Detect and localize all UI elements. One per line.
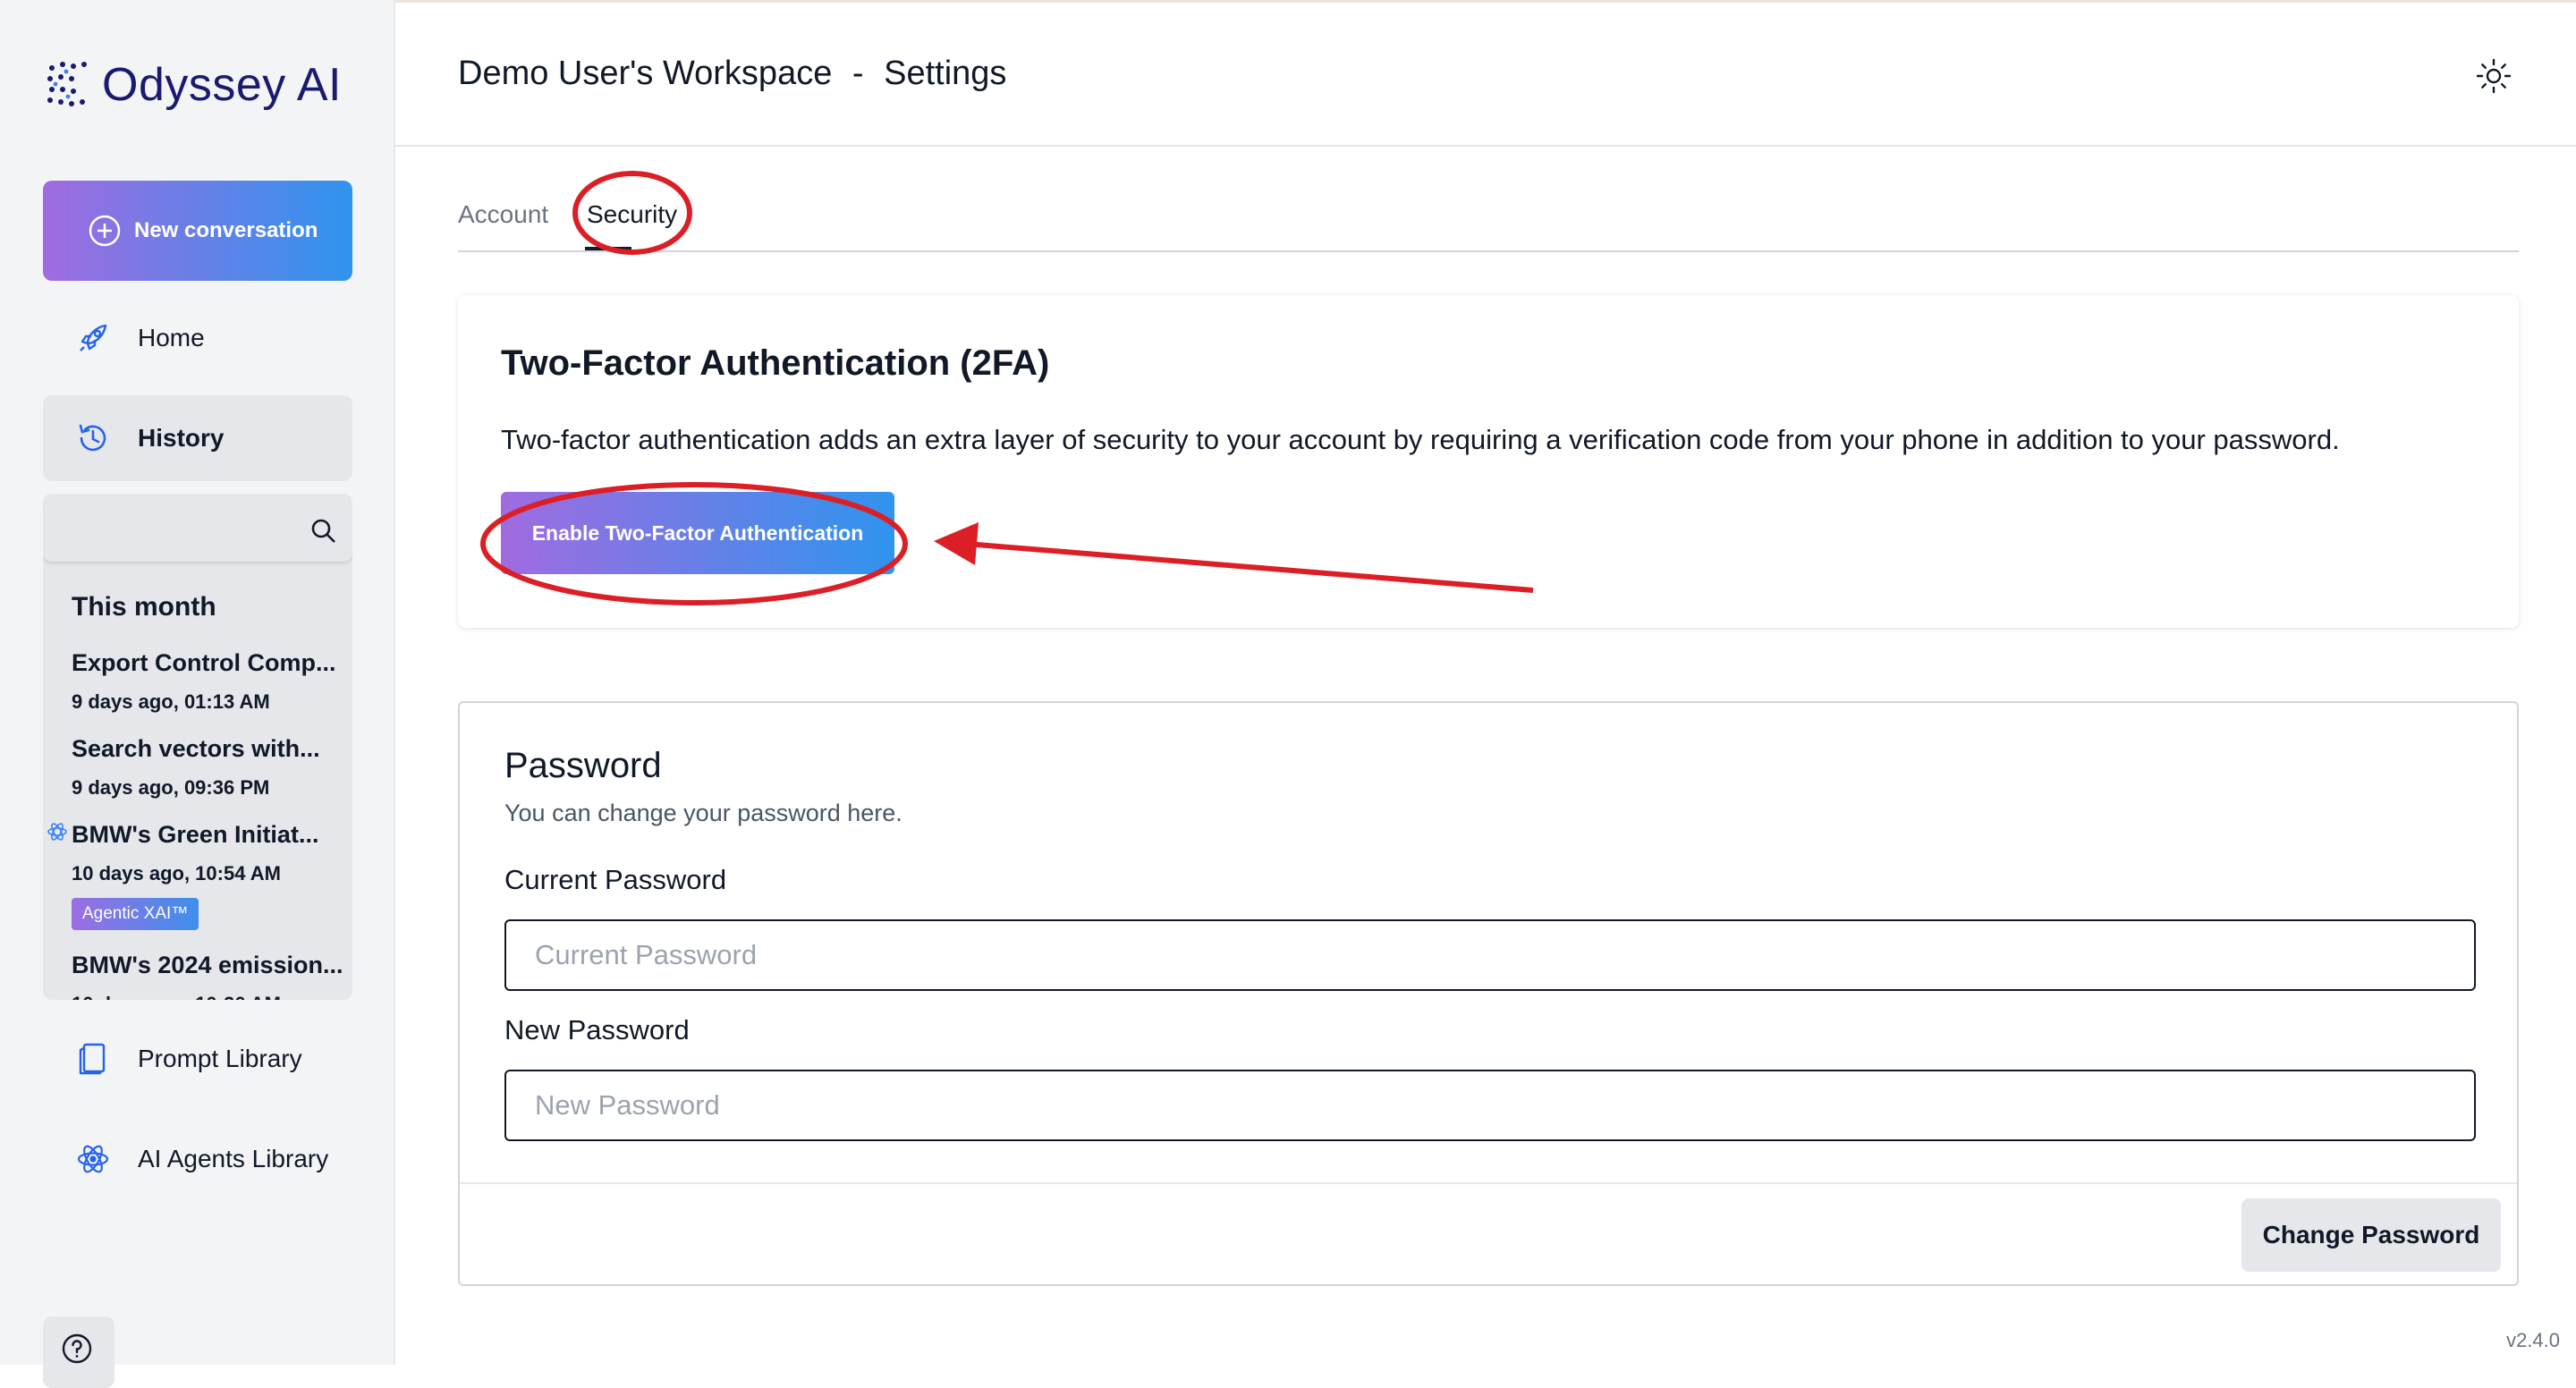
agentic-xai-badge: Agentic XAI™	[72, 898, 199, 930]
history-search-input[interactable]	[43, 501, 352, 562]
search-icon	[311, 519, 335, 543]
two-factor-card: Two-Factor Authentication (2FA) Two-fact…	[458, 295, 2519, 628]
nav-prompt-library[interactable]: Prompt Library	[43, 1016, 352, 1102]
nav-history[interactable]: History	[43, 395, 352, 481]
history-section-title: This month	[72, 592, 216, 622]
divider	[460, 1182, 2517, 1184]
tab-account[interactable]: Account	[458, 200, 548, 229]
rocket-icon	[80, 324, 107, 351]
nav-ai-agents-library-label: AI Agents Library	[138, 1145, 329, 1172]
active-tab-indicator	[585, 247, 631, 250]
change-password-button[interactable]: Change Password	[2241, 1198, 2501, 1272]
title-separator: -	[852, 55, 864, 92]
page-name: Settings	[884, 55, 1007, 92]
settings-tabs: Account Security	[458, 179, 2519, 252]
nav-ai-agents-library[interactable]: AI Agents Library	[43, 1116, 352, 1202]
conversation-date: 10 days ago, 10:26 AM	[72, 993, 281, 1000]
new-password-label: New Password	[504, 1014, 690, 1045]
new-conversation-label: New conversation	[134, 218, 318, 242]
brand-name: Odyssey AI	[102, 59, 342, 111]
help-icon	[62, 1333, 92, 1364]
enable-2fa-button[interactable]: Enable Two-Factor Authentication	[501, 492, 894, 574]
conversation-title[interactable]: BMW's 2024 emission...	[72, 952, 343, 979]
logo[interactable]: Odyssey AI	[45, 57, 342, 113]
conversation-title[interactable]: Search vectors with...	[72, 735, 320, 763]
conversation-date: 10 days ago, 10:54 AM	[72, 862, 281, 884]
sun-icon[interactable]	[2474, 56, 2513, 96]
workspace-name: Demo User's Workspace	[458, 55, 833, 92]
agent-atom-icon	[47, 823, 67, 841]
conversation-title[interactable]: Export Control Comp...	[72, 649, 335, 677]
nav-prompt-library-label: Prompt Library	[138, 1045, 302, 1072]
page-title: Demo User's Workspace - Settings	[458, 55, 1006, 93]
nav-history-label: History	[138, 424, 225, 452]
tab-security[interactable]: Security	[587, 200, 677, 229]
password-card: Password You can change your password he…	[458, 701, 2519, 1286]
password-subtitle: You can change your password here.	[504, 800, 902, 826]
current-password-field[interactable]	[504, 919, 2476, 991]
password-title: Password	[504, 746, 662, 785]
history-panel: This month Export Control Comp... 9 days…	[43, 494, 352, 1000]
two-factor-title: Two-Factor Authentication (2FA)	[501, 343, 1050, 383]
new-conversation-button[interactable]: New conversation	[43, 181, 352, 281]
sidebar: Odyssey AI New conversation Home History	[0, 0, 395, 1388]
book-icon	[79, 1043, 106, 1075]
history-icon	[79, 424, 106, 452]
plus-circle-icon	[89, 215, 121, 247]
help-button[interactable]	[43, 1316, 114, 1388]
odyssey-logo-icon	[47, 62, 87, 106]
conversation-date: 9 days ago, 09:36 PM	[72, 776, 270, 799]
nav-home-label: Home	[138, 324, 205, 351]
two-factor-description: Two-factor authentication adds an extra …	[501, 424, 2340, 455]
new-password-field[interactable]	[504, 1070, 2476, 1141]
app-version: v2.4.0	[2506, 1329, 2560, 1351]
top-bar: Demo User's Workspace - Settings	[395, 0, 2576, 147]
nav-home[interactable]: Home	[43, 295, 352, 381]
conversation-title[interactable]: BMW's Green Initiat...	[72, 821, 318, 849]
conversation-date: 9 days ago, 01:13 AM	[72, 690, 270, 713]
atom-icon	[77, 1145, 109, 1173]
current-password-label: Current Password	[504, 864, 727, 895]
